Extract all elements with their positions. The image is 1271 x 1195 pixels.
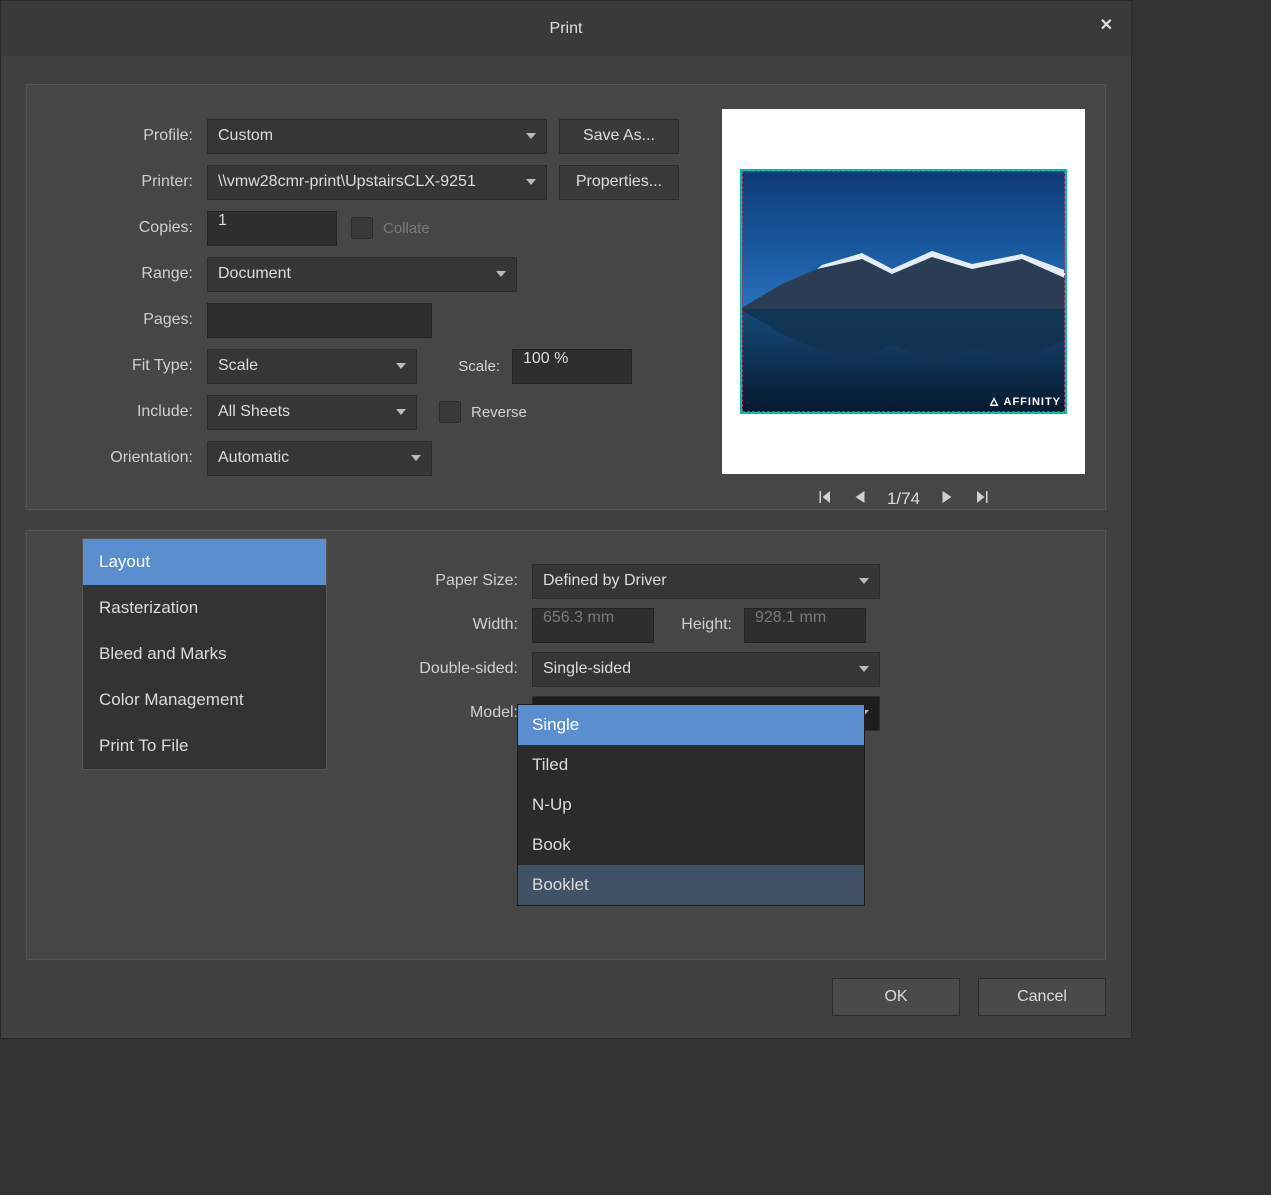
width-input[interactable]: 656.3 mm (532, 608, 654, 643)
print-options-panel: Profile: Custom Save As... Printer: \\vm… (26, 84, 1106, 510)
properties-button[interactable]: Properties... (559, 165, 679, 200)
profile-label: Profile: (47, 127, 207, 145)
model-label: Model: (402, 704, 532, 722)
width-label: Width: (402, 616, 532, 634)
close-icon[interactable]: ✕ (1100, 15, 1113, 35)
print-preview: AFFINITY 1/74 (722, 109, 1085, 510)
double-sided-label: Double-sided: (402, 660, 532, 678)
range-select[interactable]: Document (207, 257, 517, 292)
paper-size-label: Paper Size: (402, 572, 532, 590)
dialog-title: Print (550, 20, 583, 38)
preview-page: AFFINITY (722, 109, 1085, 474)
preview-nav: 1/74 (722, 488, 1085, 510)
settings-sidebar: Layout Rasterization Bleed and Marks Col… (82, 538, 327, 770)
sidebar-item-layout[interactable]: Layout (83, 539, 326, 585)
include-label: Include: (47, 403, 207, 421)
save-as-button[interactable]: Save As... (559, 119, 679, 154)
reverse-checkbox[interactable] (439, 401, 461, 423)
model-option-single[interactable]: Single (518, 705, 864, 745)
prev-page-icon[interactable] (851, 488, 869, 510)
model-dropdown: Single Tiled N-Up Book Booklet (517, 704, 865, 906)
page-indicator: 1/74 (887, 489, 920, 509)
chevron-down-icon (859, 578, 869, 584)
next-page-icon[interactable] (938, 488, 956, 510)
pages-input[interactable] (207, 303, 432, 338)
chevron-down-icon (396, 363, 406, 369)
printer-select[interactable]: \\vmw28cmr-print\UpstairsCLX-9251 (207, 165, 547, 200)
orientation-select[interactable]: Automatic (207, 441, 432, 476)
pages-label: Pages: (47, 311, 207, 329)
copies-label: Copies: (47, 219, 207, 237)
affinity-badge: AFFINITY (988, 396, 1062, 408)
profile-select[interactable]: Custom (207, 119, 547, 154)
cancel-button[interactable]: Cancel (978, 978, 1106, 1016)
copies-input[interactable]: 1 (207, 211, 337, 246)
collate-checkbox[interactable] (351, 217, 373, 239)
range-label: Range: (47, 265, 207, 283)
layout-panel: Layout Rasterization Bleed and Marks Col… (26, 530, 1106, 960)
chevron-down-icon (859, 666, 869, 672)
scale-label: Scale: (417, 358, 512, 375)
reverse-label: Reverse (471, 404, 527, 421)
chevron-down-icon (526, 179, 536, 185)
first-page-icon[interactable] (815, 488, 833, 510)
sidebar-item-rasterization[interactable]: Rasterization (83, 585, 326, 631)
model-option-booklet[interactable]: Booklet (518, 865, 864, 905)
scale-input[interactable]: 100 % (512, 349, 632, 384)
model-option-nup[interactable]: N-Up (518, 785, 864, 825)
chevron-down-icon (526, 133, 536, 139)
height-label: Height: (654, 616, 744, 634)
chevron-down-icon (411, 455, 421, 461)
last-page-icon[interactable] (974, 488, 992, 510)
printer-label: Printer: (47, 173, 207, 191)
collate-label: Collate (383, 220, 430, 237)
title-bar: Print ✕ (1, 1, 1131, 56)
sidebar-item-print-to-file[interactable]: Print To File (83, 723, 326, 769)
fit-type-select[interactable]: Scale (207, 349, 417, 384)
height-input[interactable]: 928.1 mm (744, 608, 866, 643)
preview-image (722, 109, 1085, 474)
chevron-down-icon (496, 271, 506, 277)
model-option-tiled[interactable]: Tiled (518, 745, 864, 785)
chevron-down-icon (396, 409, 406, 415)
include-select[interactable]: All Sheets (207, 395, 417, 430)
affinity-logo-icon (988, 396, 1000, 408)
sidebar-item-bleed-marks[interactable]: Bleed and Marks (83, 631, 326, 677)
fit-type-label: Fit Type: (47, 357, 207, 375)
orientation-label: Orientation: (47, 449, 207, 467)
sidebar-item-color-management[interactable]: Color Management (83, 677, 326, 723)
model-option-book[interactable]: Book (518, 825, 864, 865)
double-sided-select[interactable]: Single-sided (532, 652, 880, 687)
dialog-footer: OK Cancel (1, 960, 1131, 1038)
paper-size-select[interactable]: Defined by Driver (532, 564, 880, 599)
ok-button[interactable]: OK (832, 978, 960, 1016)
print-dialog: Print ✕ Profile: Custom Save As... Print… (0, 0, 1132, 1039)
